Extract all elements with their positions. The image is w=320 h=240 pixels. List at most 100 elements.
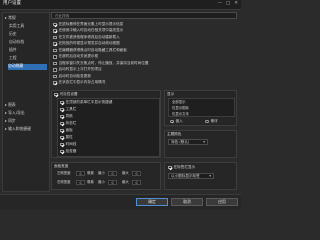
visibility-item[interactable]: 面板: [60, 128, 73, 133]
tabbar-group: 在标签栏显示 以小图标显示标签 ▾: [164, 162, 237, 190]
visibility-item[interactable]: 状态栏: [60, 121, 76, 126]
group-title: 可见性设置: [59, 91, 78, 96]
display-mode-option[interactable]: 仅显示图标: [172, 106, 189, 110]
panel-width-group: 面板宽度 左侧宽度 0 像素 最小 0 最大 0 右侧宽度 0 像素 最小 0 …: [51, 162, 161, 190]
sidebar-item-import-export[interactable]: ▸ 导入/导出: [5, 111, 47, 117]
checkbox[interactable]: [60, 149, 64, 154]
maximize-icon[interactable]: □: [226, 1, 230, 7]
checkbox[interactable]: [60, 100, 64, 105]
option-row[interactable]: 启动时自动检查更新: [53, 74, 91, 79]
row-label: 右侧宽度: [57, 180, 71, 184]
checkbox[interactable]: [60, 142, 64, 147]
option-label: 在鼠标悬停在界面元素上时显示提示信息: [58, 21, 124, 26]
display-mode-option[interactable]: 全部显示: [172, 100, 186, 104]
min-label: 最小: [98, 171, 105, 175]
option-row[interactable]: 启动时显示上次打开的项目: [53, 68, 102, 73]
right-width-input[interactable]: 0: [76, 180, 85, 185]
sidebar-item-project[interactable]: 工程: [9, 56, 47, 62]
checkbox[interactable]: [53, 48, 57, 53]
option-label: 在使用中输入时自动在相关项中高亮显示: [58, 28, 124, 33]
dock-radio-embed[interactable]: 嵌入: [170, 119, 183, 124]
sidebar-item-plugins[interactable]: 插件: [9, 48, 47, 54]
ok-button[interactable]: 确定: [136, 198, 168, 206]
option-label: 在编辑器获得焦点时自动隐藏工具栏和面板: [58, 47, 127, 52]
dock-radio-float[interactable]: 悬浮: [205, 119, 218, 124]
sidebar-item-autohide[interactable]: 自动隐藏: [8, 64, 47, 70]
left-width-input[interactable]: 0: [76, 171, 85, 176]
checkbox[interactable]: [53, 74, 57, 79]
option-label: 当程序窗口失去焦点时，停止播放，并保持当前时间位置: [58, 60, 149, 65]
checkbox[interactable]: [53, 61, 57, 66]
display-mode-option[interactable]: 仅显示文本: [172, 112, 189, 116]
option-row[interactable]: 在拖放的时候显示预览并自动滚动视图: [53, 42, 120, 47]
checkbox[interactable]: [60, 121, 64, 126]
checkbox[interactable]: [53, 55, 57, 59]
option-label: 在超时后自动关闭提示框: [58, 54, 99, 59]
right-min-input[interactable]: 0: [108, 180, 117, 185]
checkbox[interactable]: [60, 114, 64, 119]
apply-button[interactable]: 应用: [206, 198, 238, 206]
option-row[interactable]: 在文件被其他程序修改后自动重新载入: [53, 35, 120, 40]
sidebar-item-autosave[interactable]: 自动存档: [9, 40, 47, 46]
checkbox-label: 在标签栏显示: [173, 164, 196, 169]
sidebar-item-history[interactable]: 历史: [9, 32, 47, 38]
sidebar-item-general[interactable]: ▸ 常规: [5, 16, 47, 22]
visibility-item[interactable]: 导航: [60, 114, 73, 119]
option-row[interactable]: 在状态栏中显示内存占用情况: [53, 81, 105, 86]
minimize-icon[interactable]: —: [217, 1, 222, 7]
visibility-item[interactable]: 检查器: [60, 149, 76, 154]
checkbox[interactable]: [60, 128, 64, 133]
theme-select[interactable]: 深色 (默认) ▾: [168, 139, 208, 145]
option-label: 在拖放的时候显示预览并自动滚动视图: [58, 41, 120, 46]
close-icon[interactable]: ✕: [234, 1, 238, 7]
checkbox[interactable]: [53, 22, 57, 27]
radio[interactable]: [205, 119, 209, 124]
group-title: 主题颜色: [167, 131, 182, 136]
visibility-item[interactable]: 工具栏: [60, 107, 76, 112]
item-label: 导航: [65, 113, 73, 118]
checkbox[interactable]: [53, 68, 57, 72]
search-input[interactable]: 在此搜索: [51, 12, 237, 19]
checkbox[interactable]: [53, 81, 57, 85]
visibility-item[interactable]: 时间线: [60, 142, 76, 147]
checkbox[interactable]: [53, 29, 57, 33]
right-max-input[interactable]: 0: [132, 180, 141, 185]
item-label: 时间线: [65, 141, 77, 146]
sidebar-item-input-shortcuts[interactable]: ▸ 输入和快捷键: [5, 127, 47, 133]
visibility-item[interactable]: 在顶部的菜单栏中显示快捷键: [60, 100, 112, 105]
visibility-item[interactable]: 属性: [60, 135, 73, 140]
option-label: 启动时自动检查更新: [58, 73, 91, 78]
item-label: 状态栏: [65, 120, 77, 125]
sidebar-item-sync[interactable]: ▸ 同步: [5, 119, 47, 125]
sidebar-item-utilities[interactable]: 实用工具: [9, 24, 47, 30]
theme-group: 主题颜色 深色 (默认) ▾: [164, 130, 237, 158]
checkbox[interactable]: [60, 107, 64, 112]
checkbox[interactable]: [60, 135, 64, 140]
option-row[interactable]: 当程序窗口失去焦点时，停止播放，并保持当前时间位置: [53, 61, 148, 66]
tabbar-toggle[interactable]: 在标签栏显示: [168, 165, 195, 170]
group-title: 显示: [167, 91, 175, 96]
radio[interactable]: [170, 119, 174, 124]
left-max-input[interactable]: 0: [132, 171, 141, 176]
settings-category-tree[interactable]: ▸ 常规 实用工具 历史 自动存档 插件 工程 自动隐藏 ▸ 图表 ▸ 导入/导…: [2, 12, 50, 192]
option-label: 在文件被其他程序修改后自动重新载入: [58, 34, 120, 39]
checkbox[interactable]: [53, 42, 57, 46]
option-row[interactable]: 在鼠标悬停在界面元素上时显示提示信息: [53, 22, 123, 27]
option-row[interactable]: 在使用中输入时自动在相关项中高亮显示: [53, 29, 123, 34]
max-label: 最大: [122, 171, 129, 175]
tab-style-select[interactable]: 以小图标显示标签 ▾: [168, 173, 214, 179]
option-row[interactable]: 在编辑器获得焦点时自动隐藏工具栏和面板: [53, 48, 127, 53]
option-row[interactable]: 在超时后自动关闭提示框: [53, 55, 98, 60]
sidebar-item-charts[interactable]: ▸ 图表: [5, 103, 47, 109]
checkbox[interactable]: [168, 165, 172, 170]
display-mode-list[interactable]: 全部显示 仅显示图标 仅显示文本: [168, 98, 235, 117]
visibility-group-toggle[interactable]: 可见性设置: [54, 92, 78, 97]
left-min-input[interactable]: 0: [108, 171, 117, 176]
checkbox[interactable]: [53, 35, 57, 40]
checkbox[interactable]: [54, 92, 58, 97]
cancel-button[interactable]: 取消: [171, 198, 203, 206]
item-label: 工具栏: [65, 106, 77, 111]
option-label: 在状态栏中显示内存占用情况: [58, 80, 106, 85]
radio-label: 悬浮: [210, 118, 218, 123]
group-title: 面板宽度: [54, 163, 69, 168]
